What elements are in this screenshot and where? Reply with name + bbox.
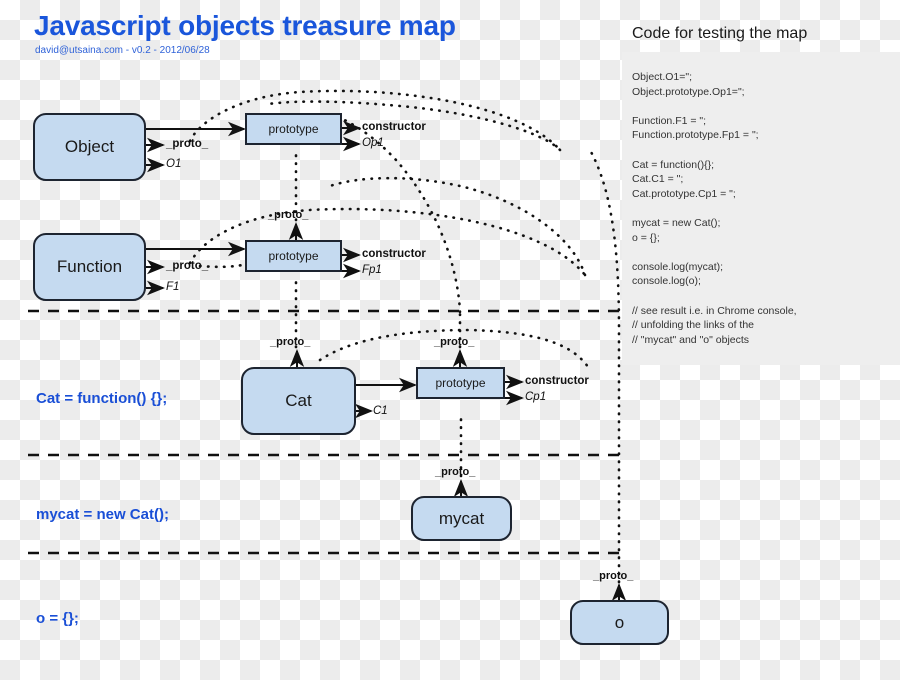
node-function-label: Function — [56, 257, 123, 276]
cat-prototype-prop-label: Cp1 — [525, 391, 547, 403]
cat-own-prop-label: C1 — [373, 405, 388, 417]
code-panel-body: Object.O1="; Object.prototype.Op1="; Fun… — [632, 71, 797, 346]
object-constructor-label: constructor — [362, 121, 426, 133]
function-proto-label: _proto_ — [166, 260, 209, 272]
caption-o: o = {}; — [36, 610, 79, 627]
node-function[interactable]: Function — [33, 233, 146, 301]
node-object[interactable]: Object — [33, 113, 146, 181]
node-function-prototype-label: prototype — [268, 249, 319, 263]
node-cat[interactable]: Cat — [241, 367, 356, 435]
page-title: Javascript objects treasure map — [34, 10, 456, 41]
object-prototype-prop-label: Op1 — [362, 137, 384, 149]
node-o-label: o — [614, 612, 625, 632]
page-subtitle: david@utsaina.com - v0.2 - 2012/06/28 — [35, 45, 210, 56]
node-function-prototype[interactable]: prototype — [245, 240, 342, 272]
node-object-label: Object — [64, 137, 115, 156]
function-own-prop-label: F1 — [166, 281, 180, 293]
cat-prototype-proto-tag: _proto_ — [434, 336, 475, 348]
object-proto-label: _proto_ — [166, 138, 209, 150]
node-mycat-label: mycat — [438, 508, 485, 528]
cat-proto-tag: _proto_ — [270, 336, 311, 348]
object-own-prop-label: O1 — [166, 158, 182, 170]
caption-cat: Cat = function() {}; — [36, 390, 168, 407]
node-object-prototype-label: prototype — [268, 122, 319, 136]
function-prototype-proto-tag: _proto_ — [268, 209, 309, 221]
node-cat-prototype[interactable]: prototype — [416, 367, 505, 399]
node-cat-label: Cat — [285, 391, 312, 410]
node-o[interactable]: o — [570, 600, 669, 645]
mycat-proto-tag: _proto_ — [435, 466, 476, 478]
caption-mycat: mycat = new Cat(); — [36, 506, 169, 523]
function-prototype-prop-label: Fp1 — [362, 264, 382, 276]
function-constructor-label: constructor — [362, 248, 426, 260]
node-mycat[interactable]: mycat — [411, 496, 512, 541]
node-object-prototype[interactable]: prototype — [245, 113, 342, 145]
cat-constructor-label: constructor — [525, 375, 589, 387]
diagram-canvas: Javascript objects treasure map david@ut… — [0, 0, 900, 680]
o-proto-tag: _proto_ — [593, 570, 634, 582]
code-panel-heading: Code for testing the map — [632, 25, 808, 42]
node-cat-prototype-label: prototype — [435, 376, 486, 390]
